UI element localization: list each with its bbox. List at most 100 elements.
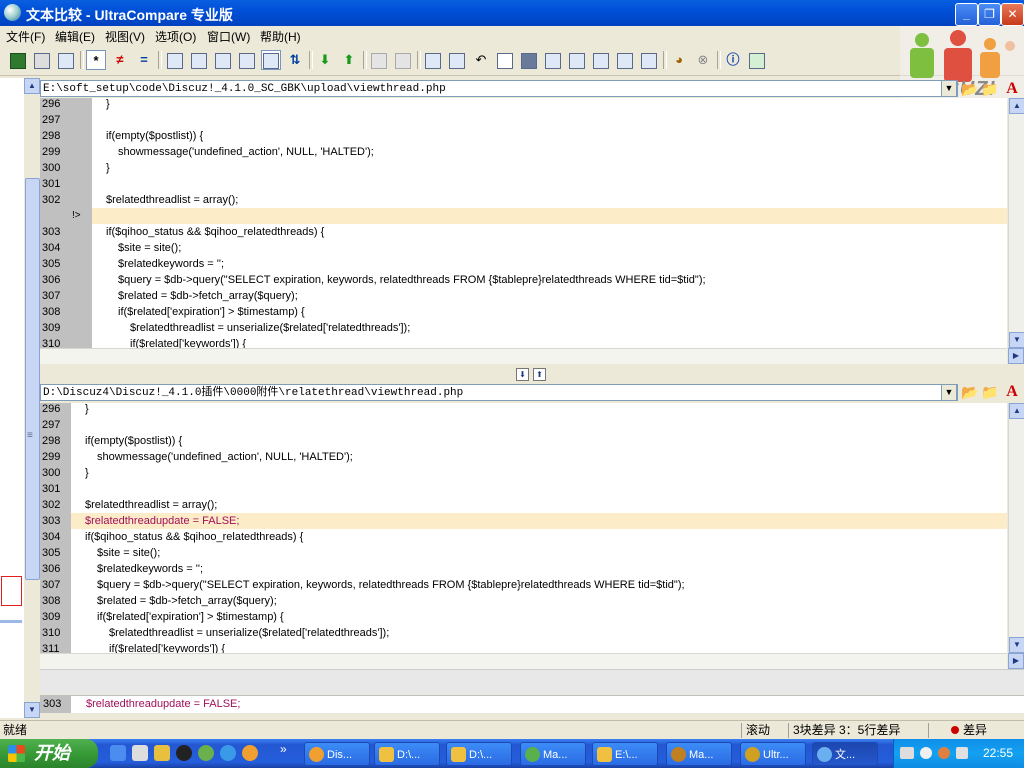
refresh-icon[interactable] xyxy=(747,50,767,70)
code-line[interactable]: 301 xyxy=(40,481,1007,497)
code-line[interactable]: 310 if($related['keywords']) { xyxy=(40,336,1007,348)
task-maxthon-1[interactable]: Ma... xyxy=(520,742,586,766)
scroll-up-icon[interactable]: ▲ xyxy=(24,78,40,94)
show-matches-button[interactable]: = xyxy=(134,50,154,70)
undo-icon[interactable]: ↶ xyxy=(471,50,491,70)
top-scroll-right-icon[interactable]: ▶ xyxy=(1008,348,1024,364)
code-line[interactable]: 296} xyxy=(40,403,1007,417)
code-line[interactable]: 311 if($related['keywords']) { xyxy=(40,641,1007,653)
code-line[interactable]: 302 $relatedthreadlist = array(); xyxy=(40,192,1007,208)
print-preview-icon[interactable] xyxy=(56,50,76,70)
bottom-font-icon[interactable]: A xyxy=(1003,383,1021,401)
code-line[interactable]: 308 if($related['expiration'] > $timestam… xyxy=(40,304,1007,320)
task-text-compare[interactable]: 文... xyxy=(812,742,878,766)
quicklaunch-desktop-icon[interactable] xyxy=(110,745,126,761)
sync-up-icon[interactable]: ⬆ xyxy=(533,368,546,381)
menu-view[interactable]: 视图(V) xyxy=(105,28,145,45)
code-line[interactable]: 300} xyxy=(40,465,1007,481)
code-line[interactable]: 296} xyxy=(40,98,1007,112)
print-icon[interactable] xyxy=(32,50,52,70)
top-editor[interactable]: 296} 297 298 if(empty($postlist)) {299 showm… xyxy=(40,98,1007,348)
bottom-editor[interactable]: 296} 297 298 if(empty($postlist)) {299 showm… xyxy=(40,403,1007,653)
task-folder-d2[interactable]: D:\... xyxy=(446,742,512,766)
quicklaunch-tool-icon[interactable] xyxy=(154,745,170,761)
scroll-down-icon[interactable]: ▼ xyxy=(24,702,40,718)
volume-icon[interactable] xyxy=(920,747,932,759)
code-line[interactable]: 302 $relatedthreadlist = array(); xyxy=(40,497,1007,513)
code-line[interactable]: 309 $relatedthreadlist = unserialize($rel… xyxy=(40,320,1007,336)
ultracompare-icon[interactable]: ◕ xyxy=(669,50,689,70)
bottom-open-folder-icon[interactable]: 📂 xyxy=(961,383,979,401)
top-horizontal-scrollbar[interactable] xyxy=(40,348,1007,365)
three-way-horizontal-icon[interactable] xyxy=(237,50,257,70)
top-vertical-scrollbar[interactable]: ▲ ▼ xyxy=(1008,98,1024,348)
bottom-vertical-scrollbar[interactable]: ▲ ▼ xyxy=(1008,403,1024,653)
bottom-scroll-down-icon[interactable]: ▼ xyxy=(1009,637,1024,653)
code-line[interactable]: !> xyxy=(40,208,1007,224)
left-scrollbar[interactable]: ▲ ≡ ▼ xyxy=(24,78,40,718)
quicklaunch-ie-icon[interactable] xyxy=(220,745,236,761)
task-maxthon-2[interactable]: Ma... xyxy=(666,742,732,766)
horizontal-split-icon[interactable] xyxy=(189,50,209,70)
merge-icon-3[interactable] xyxy=(591,50,611,70)
line-detail-pane[interactable]: 303 $relatedthreadupdate = FALSE; xyxy=(40,695,1024,713)
merge-icon-2[interactable] xyxy=(567,50,587,70)
bottom-browse-folder-icon[interactable]: 📁 xyxy=(981,383,999,401)
code-line[interactable]: 310 $relatedthreadlist = unserialize($rel… xyxy=(40,625,1007,641)
bottom-horizontal-scrollbar[interactable] xyxy=(40,653,1007,670)
copy-left-icon[interactable] xyxy=(423,50,443,70)
save-merge-icon[interactable] xyxy=(519,50,539,70)
code-line[interactable]: 297 xyxy=(40,417,1007,433)
top-path-dropdown[interactable]: ▼ xyxy=(941,80,957,97)
restore-button[interactable]: ❐ xyxy=(978,3,1001,26)
top-file-path[interactable]: E:\soft_setup\code\Discuz!_4.1.0_SC_GBK\… xyxy=(40,80,958,97)
merge-icon-4[interactable] xyxy=(615,50,635,70)
code-line[interactable]: 303 if($qihoo_status && $qihoo_relatedthr… xyxy=(40,224,1007,240)
code-line[interactable]: 306 $relatedkeywords = ''; xyxy=(40,561,1007,577)
quicklaunch-explorer-icon[interactable] xyxy=(132,745,148,761)
top-scroll-down-icon[interactable]: ▼ xyxy=(1009,332,1024,348)
prev-diff-icon[interactable]: ⬆ xyxy=(339,50,359,70)
bottom-file-path[interactable]: D:\Discuz4\Discuz!_4.1.0插件\0000附件\relate… xyxy=(40,384,958,401)
bottom-path-dropdown[interactable]: ▼ xyxy=(941,384,957,401)
top-font-icon[interactable]: A xyxy=(1003,80,1021,98)
diff-overview-marker[interactable] xyxy=(1,576,22,606)
menu-help[interactable]: 帮助(H) xyxy=(260,28,301,45)
menu-options[interactable]: 选项(O) xyxy=(155,28,196,45)
info-icon[interactable]: ⓘ xyxy=(723,50,743,70)
start-button[interactable]: 开始 xyxy=(0,739,98,768)
pane-splitter[interactable]: ⬇ ⬆ xyxy=(40,364,1024,382)
show-all-button[interactable]: * xyxy=(86,50,106,70)
code-line[interactable]: 305 $site = site(); xyxy=(40,545,1007,561)
code-line[interactable]: 305 $relatedkeywords = ''; xyxy=(40,256,1007,272)
merge-icon-1[interactable] xyxy=(543,50,563,70)
tray-app-icon[interactable] xyxy=(956,747,968,759)
code-line[interactable]: 308 $related = $db->fetch_array($query); xyxy=(40,593,1007,609)
stop-icon[interactable]: ⊗ xyxy=(693,50,713,70)
code-line[interactable]: 309 if($related['expiration'] > $timestam… xyxy=(40,609,1007,625)
network-icon[interactable] xyxy=(938,747,950,759)
code-line[interactable]: 299 showmessage('undefined_action', NULL,… xyxy=(40,449,1007,465)
menu-window[interactable]: 窗口(W) xyxy=(207,28,250,45)
code-line[interactable]: 297 xyxy=(40,112,1007,128)
left-scroll-thumb[interactable] xyxy=(25,178,40,580)
keyboard-icon[interactable] xyxy=(900,747,914,759)
task-discuz[interactable]: Dis... xyxy=(304,742,370,766)
quicklaunch-messenger-icon[interactable] xyxy=(198,745,214,761)
code-line[interactable]: 304 $site = site(); xyxy=(40,240,1007,256)
task-folder-d1[interactable]: D:\... xyxy=(374,742,440,766)
menu-file[interactable]: 文件(F) xyxy=(6,28,45,45)
vertical-split-icon[interactable] xyxy=(165,50,185,70)
minimize-button[interactable]: _ xyxy=(955,3,978,26)
save-icon[interactable] xyxy=(8,50,28,70)
code-line[interactable]: 301 xyxy=(40,176,1007,192)
detail-view-icon[interactable] xyxy=(261,50,281,70)
top-scroll-up-icon[interactable]: ▲ xyxy=(1009,98,1024,114)
swap-icon[interactable]: ⇅ xyxy=(285,50,305,70)
next-diff-icon[interactable]: ⬇ xyxy=(315,50,335,70)
code-line[interactable]: 307 $query = $db->query("SELECT expiratio… xyxy=(40,577,1007,593)
copy-right-icon[interactable] xyxy=(447,50,467,70)
sync-down-icon[interactable]: ⬇ xyxy=(516,368,529,381)
task-folder-e[interactable]: E:\... xyxy=(592,742,658,766)
quicklaunch-more-icon[interactable]: » xyxy=(280,742,287,756)
